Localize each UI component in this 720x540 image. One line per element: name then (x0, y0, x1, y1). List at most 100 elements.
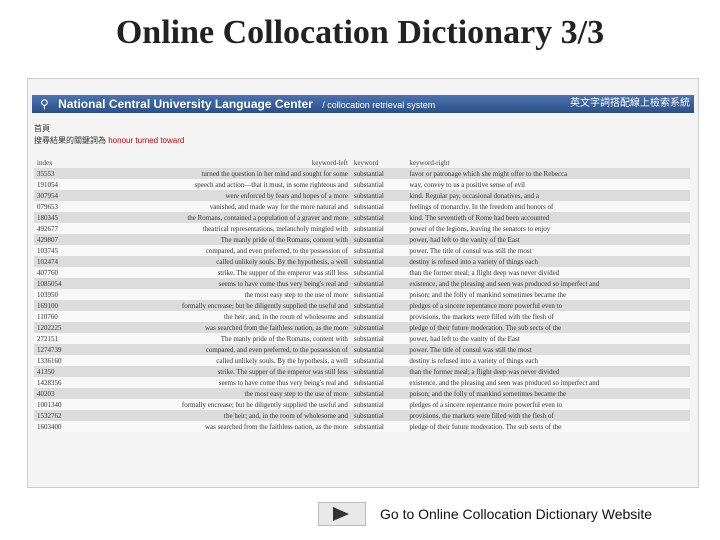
row-keyword: substantial (353, 191, 384, 200)
row-index: 492677 (37, 224, 58, 233)
row-right-context: power. The title of consul was still the… (409, 246, 532, 255)
row-keyword: substantial (353, 301, 384, 310)
row-left-context: The manly pride of the Romans, content w… (220, 334, 348, 343)
row-right-context: power. The title of consul was still the… (409, 345, 532, 354)
table-row: 1202225 was searched from the faithless n… (34, 322, 690, 333)
row-left-context: compared, and even preferred, to the pos… (205, 345, 348, 354)
row-keyword: substantial (353, 257, 384, 266)
row-left-context: The manly pride of the Romans, content w… (220, 235, 348, 244)
play-icon (333, 507, 349, 521)
row-keyword: substantial (353, 246, 384, 255)
row-right-context: kind. The seventieth of Rome had been ac… (409, 213, 550, 222)
row-index: 40203 (37, 389, 55, 398)
home-link[interactable]: 首頁 (34, 123, 50, 134)
row-left-context: formally encrease; but he diligently sup… (181, 301, 348, 310)
row-left-context: called unlikely souls. By the hypothesis… (216, 356, 348, 365)
row-index: 35553 (37, 169, 55, 178)
row-keyword: substantial (353, 213, 384, 222)
row-right-context: poison; and the folly of mankind sometim… (409, 389, 567, 398)
row-left-context: strike. The supper of the emperor was st… (217, 367, 348, 376)
row-index: 1532762 (37, 411, 62, 420)
row-right-context: power, had left to the vanity of the Eas… (409, 334, 520, 343)
query-keyword: toward (160, 136, 185, 145)
table-row: 1603400 was searched from the faithless n… (34, 421, 690, 432)
header-chinese-title: 英文字詞搭配線上檢索系統 (570, 98, 690, 109)
table-row: 272151 The manly pride of the Romans, con… (34, 333, 690, 344)
row-index: 1336160 (37, 356, 62, 365)
row-left-context: the heir; and, in the room of wholesome … (224, 411, 348, 420)
table-row: 407760 strike. The supper of the emperor … (34, 267, 690, 278)
row-right-context: feelings of monarchy. In the freedom and… (409, 202, 554, 211)
query-summary: 搜尋結果的關鍵詞為 honour turned toward (34, 135, 184, 146)
row-right-context: pledge of their future moderation. The s… (409, 422, 562, 431)
row-index: 429807 (37, 235, 58, 244)
row-left-context: seems to have come thus very being's rea… (218, 378, 348, 387)
row-keyword: substantial (353, 202, 384, 211)
results-table: index keyword-left keyword keyword-right… (34, 157, 690, 432)
table-row: 492677 theatrical representations, melanc… (34, 223, 690, 234)
table-row: 307954 were enforced by fears and hopes o… (34, 190, 690, 201)
row-right-context: provisions, the markets were filled with… (409, 411, 554, 420)
search-icon: ⚲ (40, 97, 49, 111)
row-keyword: substantial (353, 279, 384, 288)
table-row: 110760 the heir; and, in the room of whol… (34, 311, 690, 322)
row-left-context: the heir; and, in the room of wholesome … (224, 312, 348, 321)
table-row: 103745 compared, and even preferred, to t… (34, 245, 690, 256)
row-left-context: the Romans, contained a population of a … (187, 213, 348, 222)
row-index: 079653 (37, 202, 58, 211)
row-keyword: substantial (353, 389, 384, 398)
header-index: index (37, 158, 53, 167)
row-left-context: theatrical representations, melancholy m… (202, 224, 348, 233)
row-keyword: substantial (353, 235, 384, 244)
query-keyword: turned (135, 136, 159, 145)
row-right-context: way, convey to us a positive sense of ev… (409, 180, 525, 189)
row-index: 307954 (37, 191, 58, 200)
header-keyword-left: keyword-left (311, 158, 348, 167)
table-row: 1001340 formally encrease; but he diligen… (34, 399, 690, 410)
row-left-context: called unlikely souls. By the hypothesis… (216, 257, 348, 266)
table-row: 180345 the Romans, contained a population… (34, 212, 690, 223)
website-link-bar: Go to Online Collocation Dictionary Webs… (318, 500, 698, 528)
table-row: 1085054 seems to have come thus very bein… (34, 278, 690, 289)
row-right-context: existence, and the pleasing and seen was… (409, 279, 600, 288)
row-index: 1274739 (37, 345, 62, 354)
table-row: 1274739 compared, and even preferred, to … (34, 344, 690, 355)
row-index: 103745 (37, 246, 58, 255)
query-prefix: 搜尋結果的關鍵詞為 (34, 136, 106, 145)
row-keyword: substantial (353, 334, 384, 343)
site-header: ⚲ National Central University Language C… (32, 95, 694, 113)
row-index: 102474 (37, 257, 58, 266)
row-left-context: vanished, and made way for the more natu… (209, 202, 348, 211)
table-row: 079653 vanished, and made way for the mor… (34, 201, 690, 212)
row-right-context: destiny is refused into a variety of thi… (409, 257, 539, 266)
row-index: 180345 (37, 213, 58, 222)
row-keyword: substantial (353, 411, 384, 420)
table-header-row: index keyword-left keyword keyword-right (34, 157, 690, 168)
row-left-context: compared, and even preferred, to the pos… (205, 246, 348, 255)
row-left-context: formally encrease; but he diligently sup… (181, 400, 348, 409)
row-index: 41350 (37, 367, 55, 376)
row-right-context: poison; and the folly of mankind sometim… (409, 290, 567, 299)
row-right-context: than the former meal; a flight deep was … (409, 268, 560, 277)
row-keyword: substantial (353, 180, 384, 189)
row-index: 272151 (37, 334, 58, 343)
row-right-context: power, had left to the vanity of the Eas… (409, 235, 520, 244)
table-row: 1336160 called unlikely souls. By the hyp… (34, 355, 690, 366)
row-index: 1603400 (37, 422, 62, 431)
website-link[interactable]: Go to Online Collocation Dictionary Webs… (380, 506, 652, 522)
row-index: 110760 (37, 312, 58, 321)
row-left-context: the most easy step to the use of more (244, 290, 348, 299)
row-left-context: was searched from the faithless nation, … (205, 422, 348, 431)
row-right-context: provisions, the markets were filled with… (409, 312, 554, 321)
play-button[interactable] (318, 502, 366, 526)
row-right-context: kind. Regular pay, occasional donatives,… (409, 191, 539, 200)
table-row: 40203 the most easy step to the use of mo… (34, 388, 690, 399)
row-right-context: pledges of a sincere repentance more pow… (409, 301, 563, 310)
table-row: 1428356 seems to have come thus very bein… (34, 377, 690, 388)
table-row: 103950 the most easy step to the use of m… (34, 289, 690, 300)
row-right-context: pledge of their future moderation. The s… (409, 323, 562, 332)
row-right-context: than the former meal; a flight deep was … (409, 367, 560, 376)
row-left-context: the most easy step to the use of more (244, 389, 348, 398)
row-index: 191054 (37, 180, 58, 189)
table-row: 191054 speech and action—that it must, in… (34, 179, 690, 190)
